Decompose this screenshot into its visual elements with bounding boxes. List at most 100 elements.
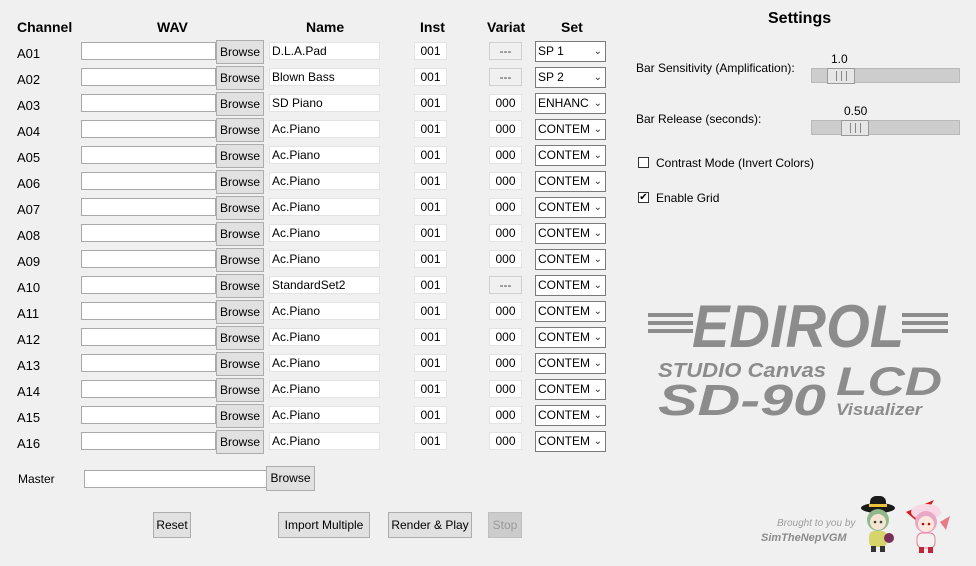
browse-button[interactable]: Browse [216,118,264,142]
set-select[interactable]: SP 2 ⌄ [535,67,606,88]
variation-field[interactable]: 000 [489,432,522,450]
set-select[interactable]: CONTEM ⌄ [535,275,606,296]
browse-button[interactable]: Browse [216,222,264,246]
contrast-mode-checkbox[interactable] [638,157,649,168]
name-field[interactable]: D.L.A.Pad [269,42,380,60]
set-select[interactable]: CONTEM ⌄ [535,171,606,192]
wav-input[interactable] [81,42,216,60]
set-select[interactable]: SP 1 ⌄ [535,41,606,62]
variation-field[interactable]: 000 [489,380,522,398]
name-field[interactable]: Ac.Piano [269,406,380,424]
variation-field[interactable]: 000 [489,224,522,242]
wav-input[interactable] [81,354,216,372]
variation-field[interactable]: 000 [489,172,522,190]
variation-field[interactable]: 000 [489,250,522,268]
variation-field[interactable]: 000 [489,302,522,320]
variation-field[interactable]: --- [489,276,522,294]
name-field[interactable]: Ac.Piano [269,224,380,242]
variation-field[interactable]: --- [489,42,522,60]
browse-button[interactable]: Browse [216,170,264,194]
set-select[interactable]: CONTEM ⌄ [535,405,606,426]
inst-field[interactable]: 001 [414,146,447,164]
master-browse-button[interactable]: Browse [266,466,315,491]
browse-button[interactable]: Browse [216,430,264,454]
browse-button[interactable]: Browse [216,92,264,116]
inst-field[interactable]: 001 [414,120,447,138]
set-select[interactable]: CONTEM ⌄ [535,249,606,270]
name-field[interactable]: Ac.Piano [269,120,380,138]
browse-button[interactable]: Browse [216,378,264,402]
inst-field[interactable]: 001 [414,198,447,216]
inst-field[interactable]: 001 [414,224,447,242]
inst-field[interactable]: 001 [414,380,447,398]
wav-input[interactable] [81,328,216,346]
release-slider-thumb[interactable] [841,120,869,136]
set-select[interactable]: CONTEM ⌄ [535,327,606,348]
set-select[interactable]: CONTEM ⌄ [535,197,606,218]
wav-input[interactable] [81,146,216,164]
name-field[interactable]: StandardSet2 [269,276,380,294]
name-field[interactable]: Ac.Piano [269,250,380,268]
name-field[interactable]: Ac.Piano [269,432,380,450]
master-wav-input[interactable] [84,470,267,488]
wav-input[interactable] [81,380,216,398]
name-field[interactable]: Ac.Piano [269,380,380,398]
name-field[interactable]: SD Piano [269,94,380,112]
name-field[interactable]: Ac.Piano [269,198,380,216]
import-multiple-button[interactable]: Import Multiple [278,512,370,538]
name-field[interactable]: Ac.Piano [269,354,380,372]
variation-field[interactable]: 000 [489,120,522,138]
inst-field[interactable]: 001 [414,250,447,268]
set-select[interactable]: CONTEM ⌄ [535,301,606,322]
set-select[interactable]: CONTEM ⌄ [535,145,606,166]
browse-button[interactable]: Browse [216,196,264,220]
wav-input[interactable] [81,94,216,112]
variation-field[interactable]: 000 [489,354,522,372]
browse-button[interactable]: Browse [216,404,264,428]
browse-button[interactable]: Browse [216,352,264,376]
set-select[interactable]: CONTEM ⌄ [535,119,606,140]
sensitivity-slider-thumb[interactable] [827,68,855,84]
browse-button[interactable]: Browse [216,66,264,90]
inst-field[interactable]: 001 [414,276,447,294]
wav-input[interactable] [81,302,216,320]
browse-button[interactable]: Browse [216,326,264,350]
name-field[interactable]: Ac.Piano [269,172,380,190]
sensitivity-slider[interactable] [811,68,960,84]
browse-button[interactable]: Browse [216,144,264,168]
set-select[interactable]: ENHANC ⌄ [535,93,606,114]
inst-field[interactable]: 001 [414,68,447,86]
wav-input[interactable] [81,406,216,424]
browse-button[interactable]: Browse [216,40,264,64]
stop-button[interactable]: Stop [488,512,522,538]
inst-field[interactable]: 001 [414,42,447,60]
set-select[interactable]: CONTEM ⌄ [535,223,606,244]
variation-field[interactable]: 000 [489,406,522,424]
variation-field[interactable]: 000 [489,328,522,346]
wav-input[interactable] [81,224,216,242]
variation-field[interactable]: 000 [489,198,522,216]
variation-field[interactable]: 000 [489,146,522,164]
name-field[interactable]: Ac.Piano [269,302,380,320]
wav-input[interactable] [81,120,216,138]
browse-button[interactable]: Browse [216,300,264,324]
reset-button[interactable]: Reset [153,512,191,538]
render-play-button[interactable]: Render & Play [388,512,472,538]
inst-field[interactable]: 001 [414,432,447,450]
inst-field[interactable]: 001 [414,354,447,372]
wav-input[interactable] [81,198,216,216]
browse-button[interactable]: Browse [216,248,264,272]
release-slider[interactable] [811,120,960,136]
inst-field[interactable]: 001 [414,172,447,190]
wav-input[interactable] [81,68,216,86]
inst-field[interactable]: 001 [414,302,447,320]
name-field[interactable]: Ac.Piano [269,146,380,164]
inst-field[interactable]: 001 [414,94,447,112]
set-select[interactable]: CONTEM ⌄ [535,379,606,400]
wav-input[interactable] [81,172,216,190]
name-field[interactable]: Ac.Piano [269,328,380,346]
name-field[interactable]: Blown Bass [269,68,380,86]
variation-field[interactable]: 000 [489,94,522,112]
enable-grid-checkbox[interactable]: ✔ [638,192,649,203]
wav-input[interactable] [81,432,216,450]
